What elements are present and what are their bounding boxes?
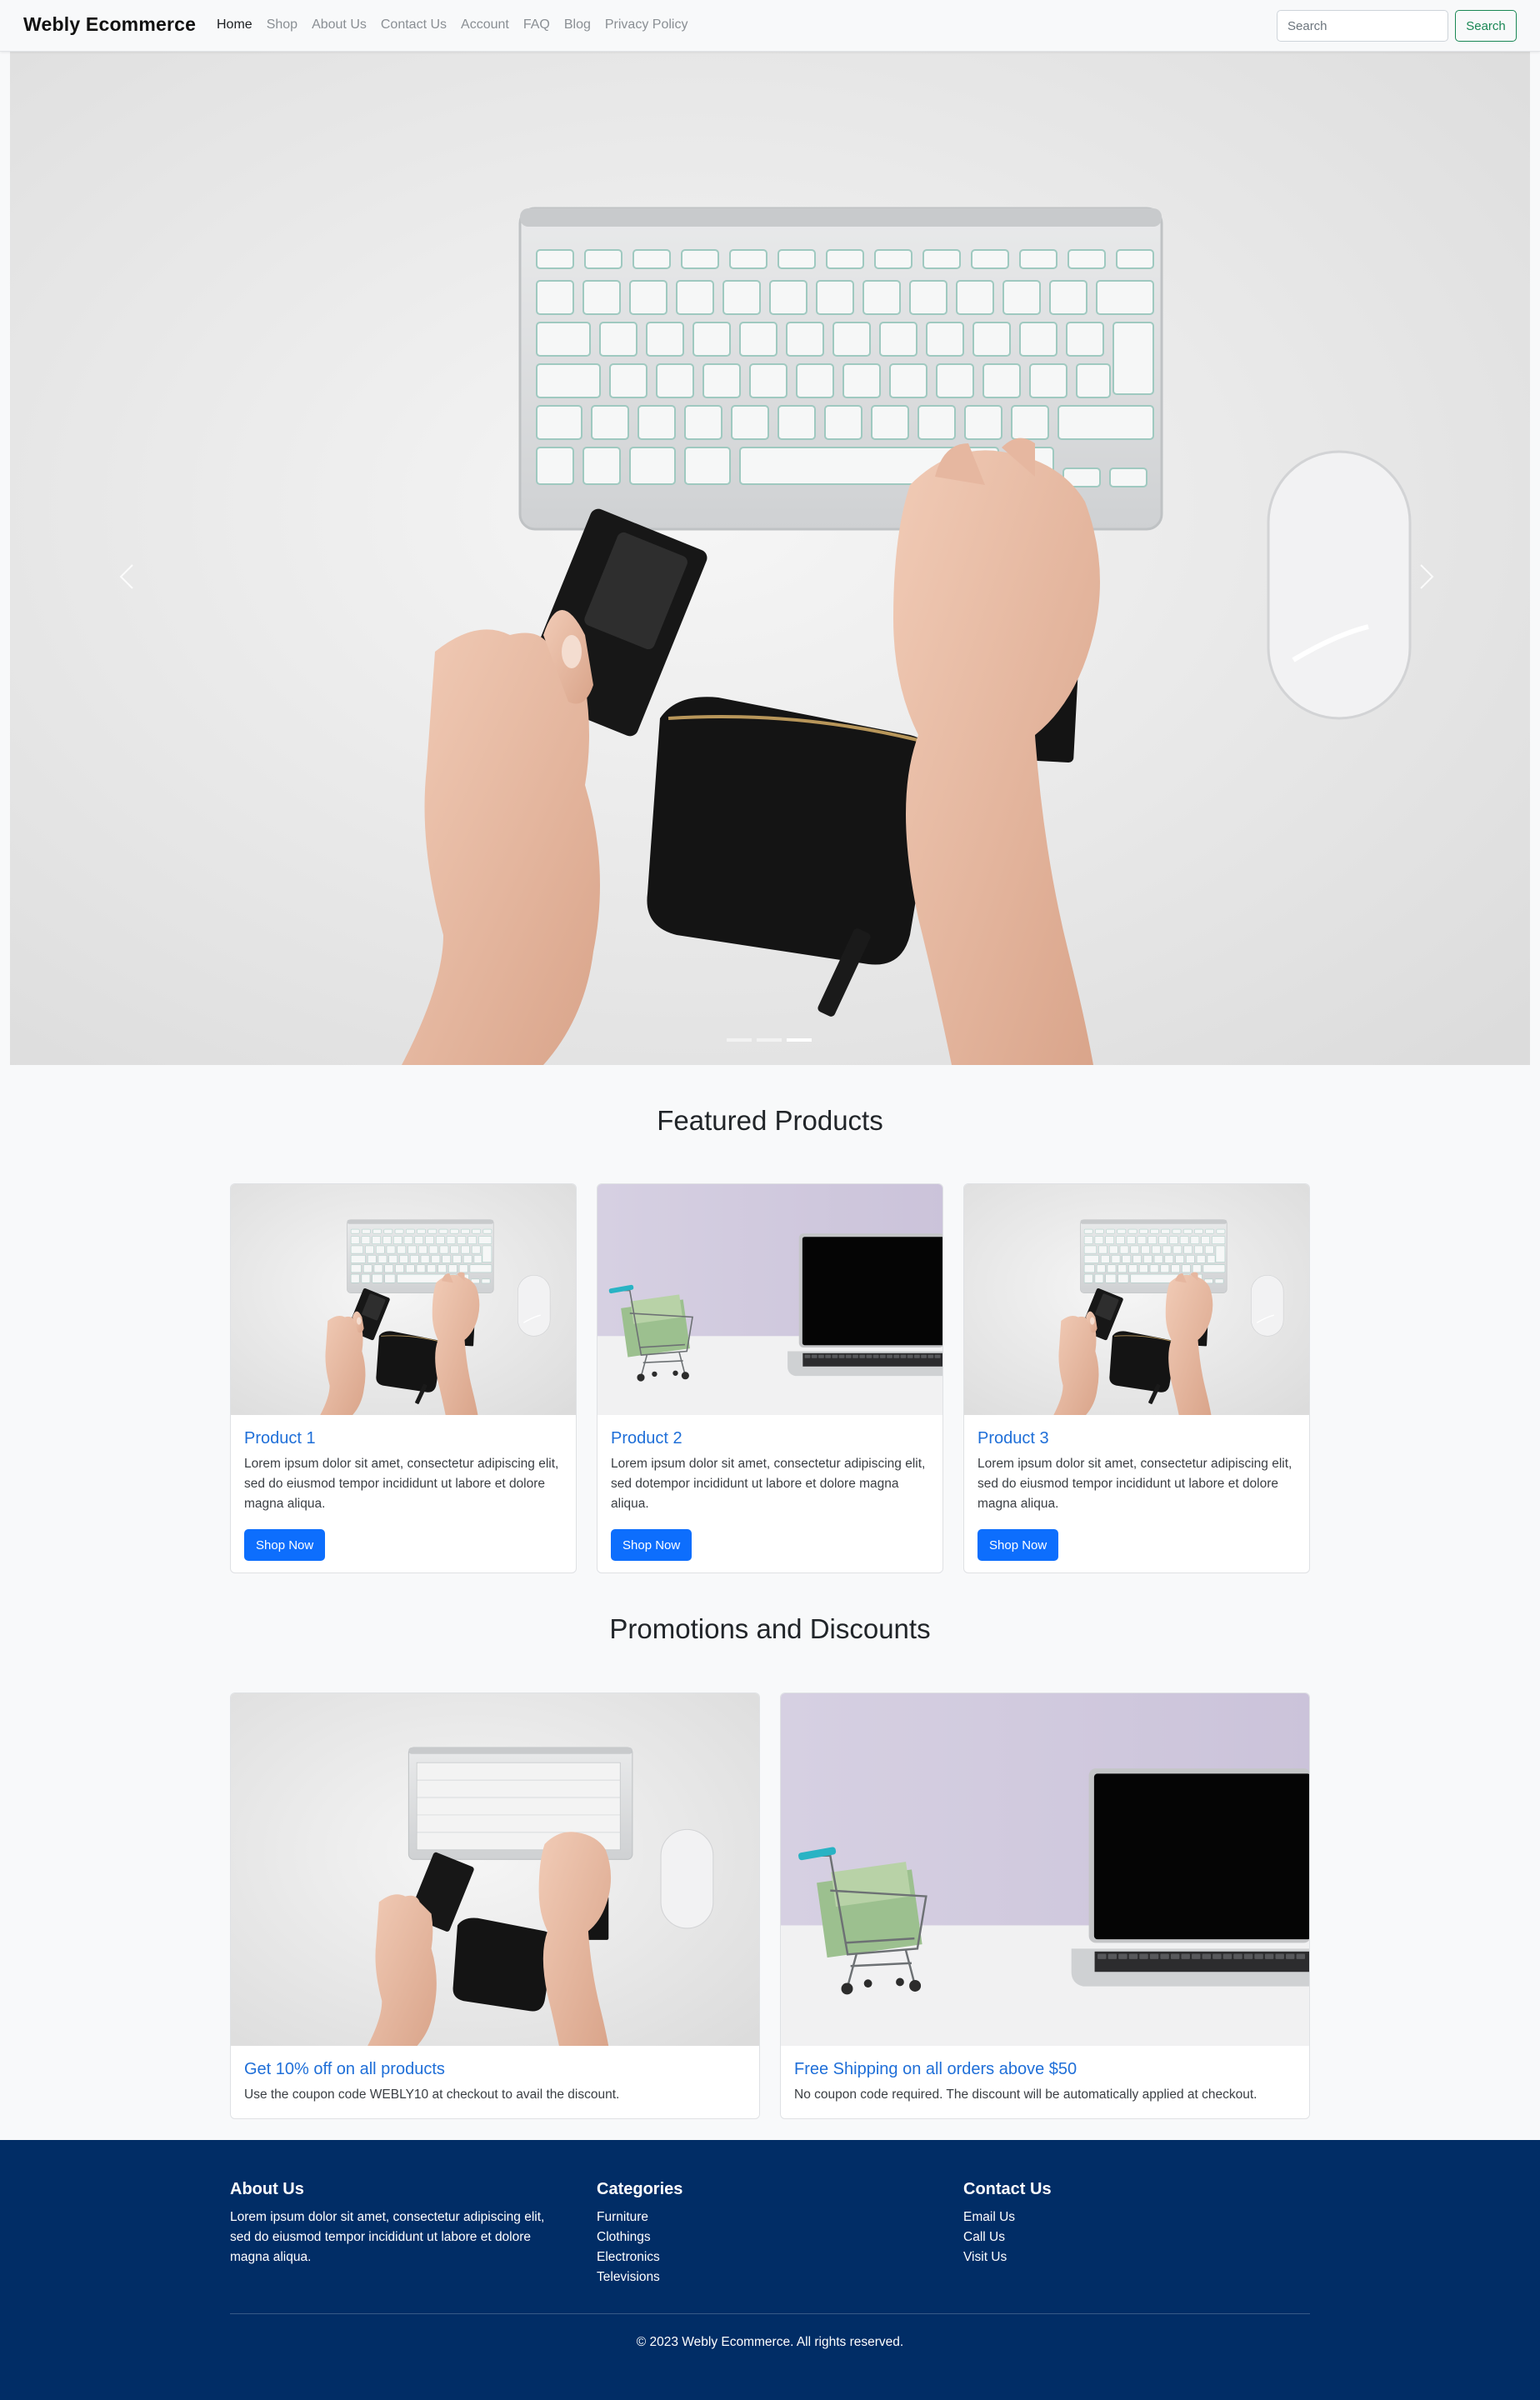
footer-link-call[interactable]: Call Us <box>963 2228 1052 2248</box>
product-2-description: Lorem ipsum dolor sit amet, consectetur … <box>611 1457 926 1511</box>
carousel-indicator-2[interactable] <box>757 1038 782 1042</box>
featured-products-title: Featured Products <box>657 1105 883 1136</box>
nav-link-faq[interactable]: FAQ <box>523 18 550 32</box>
carousel-indicator-1[interactable] <box>727 1038 752 1042</box>
carousel-indicators <box>727 1038 812 1042</box>
footer-divider <box>230 2313 1310 2314</box>
footer-link-clothings[interactable]: Clothings <box>597 2228 682 2248</box>
promo-1-text: Use the coupon code WEBLY10 at checkout … <box>244 2088 620 2102</box>
hero-carousel[interactable] <box>10 52 1530 1065</box>
nav-link-about[interactable]: About Us <box>312 18 367 32</box>
nav-links: Home Shop About Us Contact Us Account FA… <box>217 18 702 32</box>
hero-slide-image <box>10 52 1530 1065</box>
footer-link-furniture[interactable]: Furniture <box>597 2208 682 2228</box>
nav-link-privacy[interactable]: Privacy Policy <box>605 18 688 32</box>
promo-card-2: Free Shipping on all orders above $50 No… <box>780 1692 1310 2119</box>
nav-link-contact[interactable]: Contact Us <box>381 18 447 32</box>
footer-categories-heading: Categories <box>597 2180 683 2198</box>
nav-link-shop[interactable]: Shop <box>267 18 298 32</box>
footer: About Us Lorem ipsum dolor sit amet, con… <box>0 2140 1540 2400</box>
footer-contact: Contact Us Email Us Call Us Visit Us <box>963 2180 1052 2268</box>
product-3-description: Lorem ipsum dolor sit amet, consectetur … <box>978 1457 1292 1511</box>
product-2-image[interactable] <box>598 1184 943 1415</box>
product-2-title[interactable]: Product 2 <box>611 1429 682 1448</box>
copyright-text: © 2023 Webly Ecommerce. All rights reser… <box>636 2335 904 2349</box>
footer-link-televisions[interactable]: Televisions <box>597 2268 682 2288</box>
product-3-shop-button[interactable]: Shop Now <box>978 1529 1059 1561</box>
product-2-shop-button[interactable]: Shop Now <box>611 1529 692 1561</box>
promo-2-text: No coupon code required. The discount wi… <box>794 2088 1258 2102</box>
footer-link-visit[interactable]: Visit Us <box>963 2248 1052 2268</box>
product-1-image[interactable] <box>231 1184 577 1415</box>
navbar: Webly Ecommerce Home Shop About Us Conta… <box>0 0 1540 52</box>
brand-logo[interactable]: Webly Ecommerce <box>23 13 196 36</box>
nav-link-blog[interactable]: Blog <box>564 18 591 32</box>
footer-about-heading: About Us <box>230 2180 304 2198</box>
product-3-image[interactable] <box>964 1184 1310 1415</box>
promo-1-image[interactable] <box>231 1693 760 2046</box>
promo-2-title[interactable]: Free Shipping on all orders above $50 <box>794 2060 1077 2079</box>
carousel-next-button[interactable] <box>1393 543 1460 610</box>
chevron-left-icon <box>119 564 133 589</box>
footer-categories: Categories Furniture Clothings Electroni… <box>597 2180 682 2288</box>
promo-card-1: Get 10% off on all products Use the coup… <box>230 1692 760 2119</box>
promotions-title: Promotions and Discounts <box>609 1613 931 1644</box>
product-card-1: Product 1 Lorem ipsum dolor sit amet, co… <box>230 1183 577 1573</box>
footer-about: About Us Lorem ipsum dolor sit amet, con… <box>230 2180 568 2268</box>
carousel-indicator-3[interactable] <box>787 1038 812 1042</box>
product-card-2: Product 2 Lorem ipsum dolor sit amet, co… <box>597 1183 943 1573</box>
carousel-prev-button[interactable] <box>93 543 160 610</box>
nav-link-home[interactable]: Home <box>217 18 252 32</box>
footer-link-email[interactable]: Email Us <box>963 2208 1052 2228</box>
product-3-title[interactable]: Product 3 <box>978 1429 1049 1448</box>
chevron-right-icon <box>1420 564 1434 589</box>
promo-2-image[interactable] <box>781 1693 1310 2046</box>
product-1-title[interactable]: Product 1 <box>244 1429 316 1448</box>
footer-contact-heading: Contact Us <box>963 2180 1052 2198</box>
search-button[interactable]: Search <box>1455 10 1517 42</box>
footer-link-electronics[interactable]: Electronics <box>597 2248 682 2268</box>
nav-link-account[interactable]: Account <box>461 18 509 32</box>
product-card-3: Product 3 Lorem ipsum dolor sit amet, co… <box>963 1183 1310 1573</box>
footer-about-text: Lorem ipsum dolor sit amet, consectetur … <box>230 2210 545 2264</box>
product-1-shop-button[interactable]: Shop Now <box>244 1529 326 1561</box>
product-1-description: Lorem ipsum dolor sit amet, consectetur … <box>244 1457 559 1511</box>
search-input[interactable] <box>1277 10 1448 42</box>
promo-1-title[interactable]: Get 10% off on all products <box>244 2060 445 2079</box>
